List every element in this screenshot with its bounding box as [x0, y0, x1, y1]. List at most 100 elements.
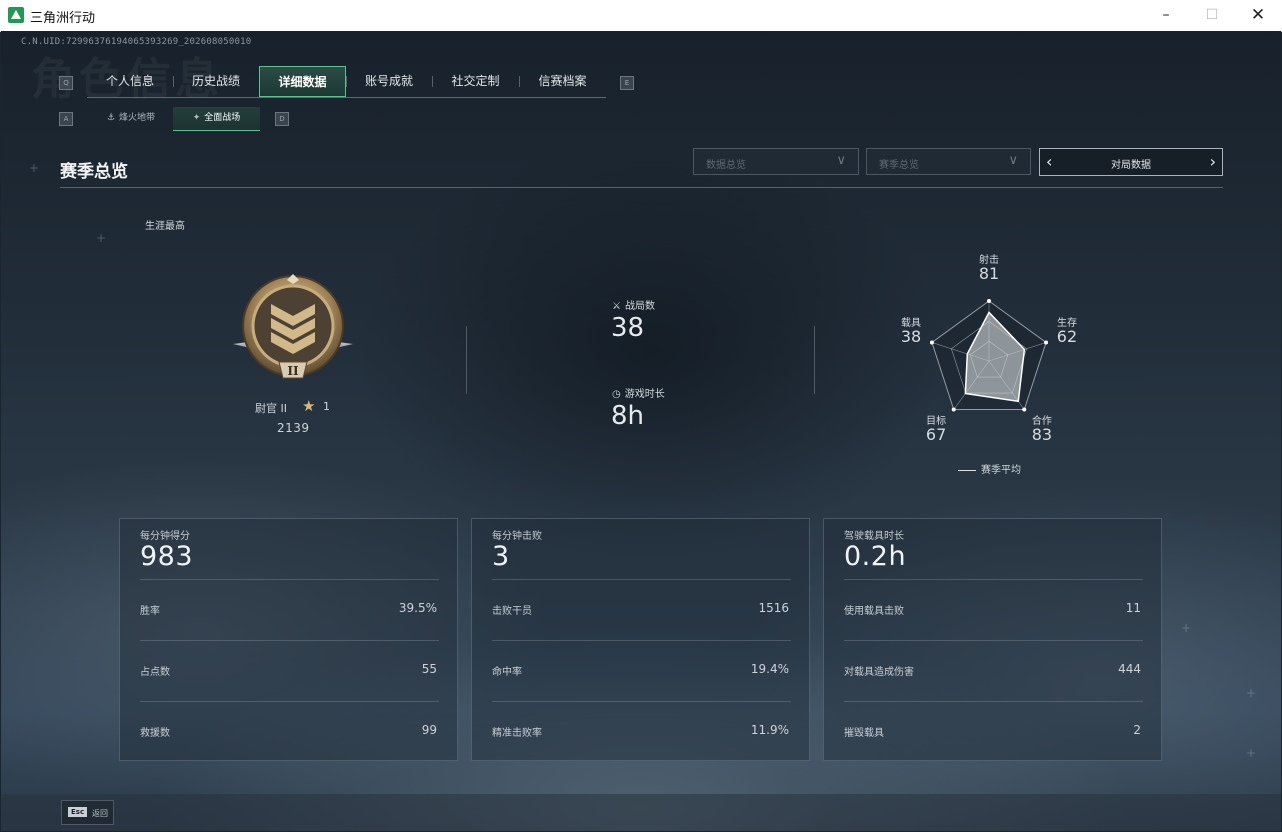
maximize-icon[interactable]: ☐ — [1189, 0, 1235, 31]
tab-archive[interactable]: 信赛档案 — [519, 66, 606, 97]
radar-legend: 赛季平均 — [958, 461, 1021, 476]
playtime-value: 8h — [611, 401, 645, 431]
rank-badge-icon: II — [233, 274, 353, 379]
card-row-label: 命中率 — [492, 667, 522, 678]
radar-axis-value: 83 — [1031, 424, 1053, 444]
divider — [814, 326, 815, 394]
data-dropdown-label: 数据总览 — [706, 160, 746, 171]
decor-cross-icon: + — [1181, 621, 1192, 635]
rank-score: 2139 — [277, 421, 310, 435]
app-logo-icon — [8, 7, 24, 23]
tab-social[interactable]: 社交定制 — [432, 66, 519, 97]
decor-cross-icon: + — [1246, 746, 1257, 760]
radar-axis-value: 38 — [900, 326, 922, 346]
card-divider — [492, 701, 791, 702]
radar-axis-value: 81 — [978, 264, 1000, 283]
card-row-value: 2 — [1133, 723, 1141, 737]
subtab-warfare[interactable]: ✦ 全面战场 — [173, 107, 260, 131]
card-row-label: 使用载具击败 — [844, 606, 904, 617]
game-viewport: 角色信息 C.N.UID:72996376194065393269_202608… — [1, 31, 1281, 831]
tab-personal-info[interactable]: 个人信息 — [87, 66, 173, 97]
card-row-value: 11.9% — [750, 723, 789, 737]
clock-icon: ◷ — [612, 389, 621, 400]
card-divider — [492, 579, 791, 580]
chevron-right-icon[interactable]: › — [1210, 152, 1216, 171]
minimize-icon[interactable]: – — [1143, 0, 1189, 31]
close-icon[interactable]: ✕ — [1235, 0, 1281, 31]
card-head-value: 0.2h — [844, 541, 907, 572]
season-dropdown[interactable]: 赛季总览 ∨ — [866, 148, 1031, 175]
card-divider — [140, 579, 439, 580]
uid-text: C.N.UID:72996376194065393269_20260805001… — [21, 37, 252, 47]
subtab-extraction-label: 烽火地带 — [119, 113, 156, 123]
card-row-label: 摧毁载具 — [844, 728, 884, 739]
card-row-label: 击败干员 — [492, 606, 532, 617]
divider — [466, 326, 467, 394]
star-icon: ★ — [302, 397, 316, 415]
radar-axis-value: 62 — [1056, 326, 1078, 346]
playtime-label: ◷ 游戏时长 — [612, 389, 665, 400]
tab-achievements[interactable]: 账号成就 — [346, 66, 432, 97]
radar-vertex-dot — [987, 299, 991, 303]
wing-icon: ✦ — [192, 113, 201, 123]
tab-prev-key-icon[interactable]: Q — [59, 76, 73, 90]
back-button[interactable]: Esc 返回 — [61, 800, 114, 825]
window-title: 三角洲行动 — [30, 11, 96, 26]
card-divider — [140, 640, 439, 641]
card-row-value: 444 — [1118, 662, 1141, 676]
crossed-swords-icon: ⚔ — [612, 301, 621, 312]
card-row-value: 55 — [421, 662, 437, 676]
primary-tabs: 个人信息 历史战绩 详细数据 账号成就 社交定制 信赛档案 — [87, 66, 606, 98]
card-head-value: 3 — [492, 541, 510, 572]
badge-numeral: II — [287, 364, 299, 378]
card-divider — [844, 640, 1143, 641]
rank-name: 尉官 II — [255, 402, 287, 415]
career-best-label: 生涯最高 — [145, 221, 185, 232]
card-row-label: 对载具造成伤害 — [844, 667, 914, 678]
chevron-down-icon: ∨ — [1008, 153, 1018, 168]
card-head-label: 每分钟得分 — [140, 531, 190, 542]
card-row-value: 19.4% — [750, 662, 789, 676]
decor-cross-icon: + — [96, 231, 107, 245]
card-row-value: 39.5% — [398, 601, 437, 615]
tab-detailed-data[interactable]: 详细数据 — [259, 66, 346, 97]
stat-card: 每分钟得分 983 胜率 39.5% 占点数 55 救援数 99 — [119, 518, 458, 761]
anchor-icon: ⚓ — [106, 113, 116, 123]
esc-key-icon: Esc — [68, 807, 88, 817]
subtab-warfare-label: 全面战场 — [204, 113, 241, 123]
secondary-tabs: ⚓ 烽火地带 ✦ 全面战场 — [89, 107, 260, 131]
radar-axis-value: 67 — [925, 424, 947, 444]
card-row-value: 99 — [421, 723, 437, 737]
matches-value: 38 — [611, 313, 645, 343]
card-row-value: 11 — [1125, 601, 1141, 615]
decor-cross-icon: + — [1246, 686, 1257, 700]
rank-star-count: 1 — [323, 400, 330, 413]
card-head-value: 983 — [140, 541, 194, 572]
stat-card: 每分钟击败 3 击败干员 1516 命中率 19.4% 精准击败率 11.9% — [471, 518, 810, 761]
card-row-value: 1516 — [758, 601, 789, 615]
section-title: 赛季总览 — [60, 162, 128, 182]
chevron-down-icon: ∨ — [836, 153, 846, 168]
stat-card: 驾驶载具时长 0.2h 使用载具击败 11 对载具造成伤害 444 摧毁载具 2 — [823, 518, 1162, 761]
matches-label: ⚔ 战局数 — [612, 301, 655, 312]
card-row-label: 胜率 — [140, 606, 160, 617]
card-divider — [140, 701, 439, 702]
data-dropdown[interactable]: 数据总览 ∨ — [693, 148, 859, 175]
card-row-label: 精准击败率 — [492, 728, 542, 739]
decor-cross-icon: + — [29, 161, 40, 175]
legend-line-icon — [958, 469, 976, 471]
card-divider — [844, 579, 1143, 580]
card-head-label: 驾驶载具时长 — [844, 531, 904, 542]
match-data-pager: ‹ 对局数据 › — [1039, 148, 1223, 176]
back-label: 返回 — [92, 809, 108, 818]
subtab-next-key-icon[interactable]: D — [275, 112, 289, 126]
tab-match-history[interactable]: 历史战绩 — [173, 66, 259, 97]
tab-next-key-icon[interactable]: E — [620, 76, 634, 90]
pager-label: 对局数据 — [1111, 160, 1151, 171]
subtab-prev-key-icon[interactable]: A — [59, 112, 73, 126]
subtab-extraction[interactable]: ⚓ 烽火地带 — [89, 107, 173, 130]
card-head-label: 每分钟击败 — [492, 531, 542, 542]
window-titlebar: 三角洲行动 – ☐ ✕ — [0, 0, 1282, 32]
section-divider — [60, 187, 1223, 188]
bottom-bar: Esc 返回 — [1, 794, 1281, 831]
